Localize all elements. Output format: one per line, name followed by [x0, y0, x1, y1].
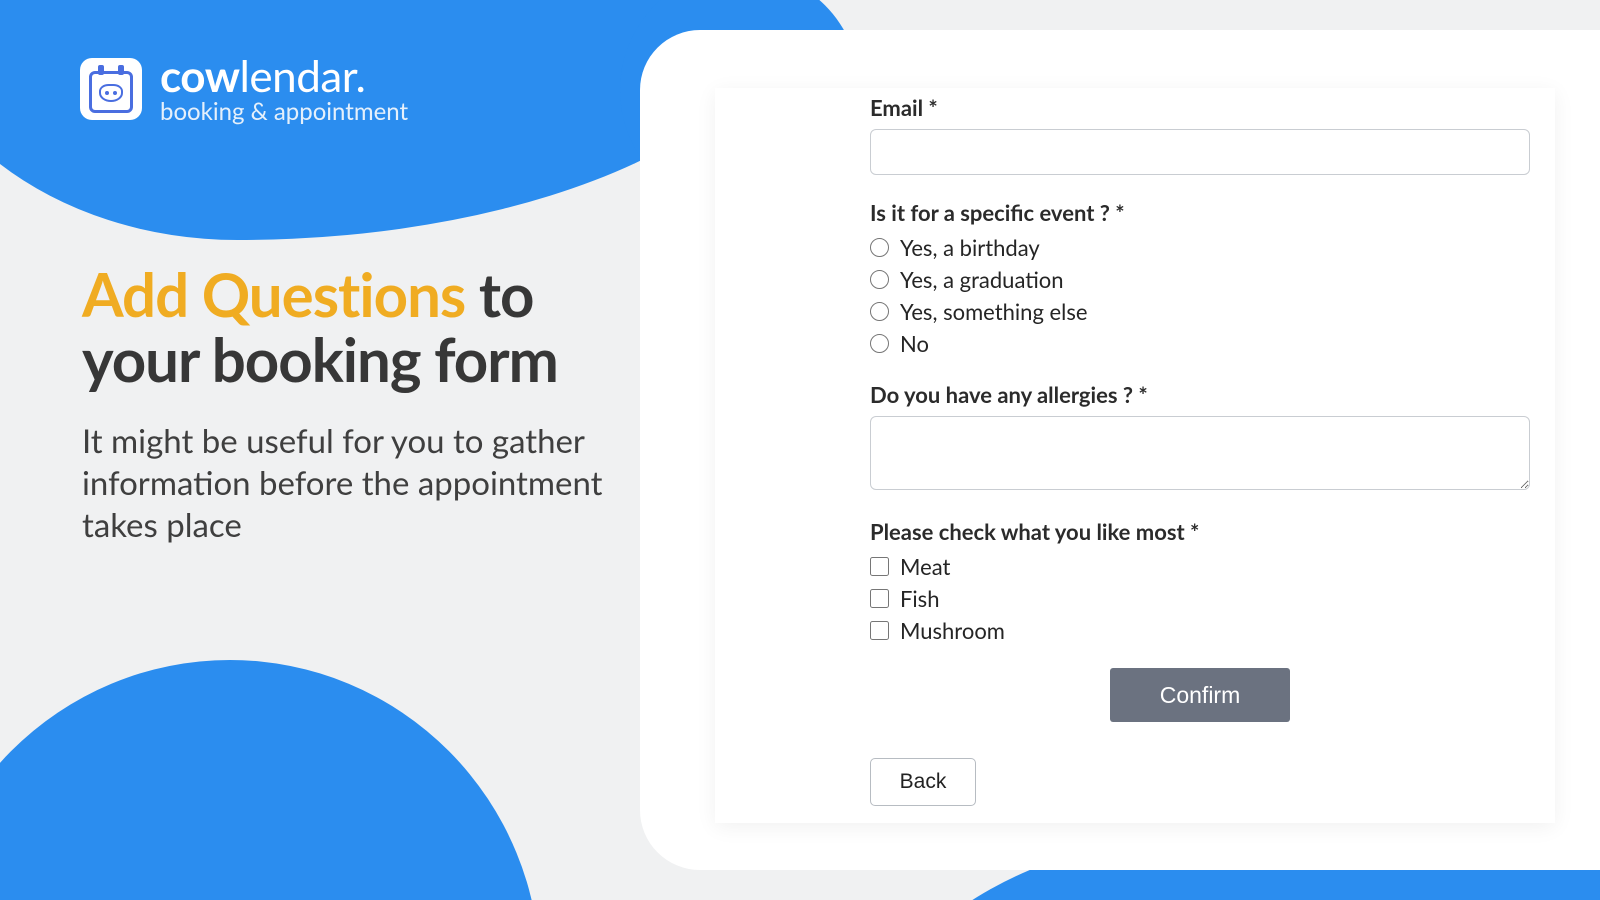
radio-something-else-label: Yes, something else — [900, 298, 1087, 325]
email-label: Email * — [870, 94, 1405, 121]
hero-headline-accent: Add Questions — [82, 258, 465, 330]
checkbox-fish-label: Fish — [900, 585, 939, 612]
decorative-blob-bottom-left — [0, 660, 540, 900]
likes-question-group: Please check what you like most * Meat F… — [870, 518, 1405, 644]
confirm-button[interactable]: Confirm — [1110, 668, 1290, 722]
email-field-group: Email * — [870, 94, 1405, 175]
booking-form: Email * Is it for a specific event ? * Y… — [715, 88, 1555, 823]
radio-something-else[interactable] — [870, 302, 889, 321]
allergy-question-group: Do you have any allergies ? * — [870, 381, 1405, 494]
calendar-cow-icon — [80, 58, 142, 120]
event-option-birthday[interactable]: Yes, a birthday — [870, 234, 1405, 261]
likes-option-fish[interactable]: Fish — [870, 585, 1405, 612]
radio-graduation[interactable] — [870, 270, 889, 289]
allergy-question-label: Do you have any allergies ? * — [870, 381, 1405, 408]
brand-tagline: booking & appointment — [160, 100, 408, 124]
likes-option-mushroom[interactable]: Mushroom — [870, 617, 1405, 644]
checkbox-meat[interactable] — [870, 557, 889, 576]
radio-birthday[interactable] — [870, 238, 889, 257]
likes-question-label: Please check what you like most * — [870, 518, 1405, 545]
hero-copy: Add Questions to your booking form It mi… — [82, 262, 622, 546]
brand-logo: cowlendar. booking & appointment — [80, 54, 408, 124]
event-option-graduation[interactable]: Yes, a graduation — [870, 266, 1405, 293]
radio-no-label: No — [900, 330, 929, 357]
brand-name-prefix: cow — [160, 50, 240, 102]
brand-name-suffix: lendar. — [240, 50, 366, 102]
checkbox-meat-label: Meat — [900, 553, 950, 580]
checkbox-fish[interactable] — [870, 589, 889, 608]
event-question-label: Is it for a specific event ? * — [870, 199, 1405, 226]
hero-headline: Add Questions to your booking form — [82, 262, 622, 392]
event-question-group: Is it for a specific event ? * Yes, a bi… — [870, 199, 1405, 357]
back-button[interactable]: Back — [870, 758, 976, 806]
checkbox-mushroom[interactable] — [870, 621, 889, 640]
likes-option-meat[interactable]: Meat — [870, 553, 1405, 580]
event-option-no[interactable]: No — [870, 330, 1405, 357]
checkbox-mushroom-label: Mushroom — [900, 617, 1005, 644]
radio-no[interactable] — [870, 334, 889, 353]
brand-name: cowlendar. — [160, 54, 408, 98]
hero-subtext: It might be useful for you to gather inf… — [82, 420, 622, 547]
event-option-something-else[interactable]: Yes, something else — [870, 298, 1405, 325]
radio-birthday-label: Yes, a birthday — [900, 234, 1040, 261]
radio-graduation-label: Yes, a graduation — [900, 266, 1064, 293]
allergy-textarea[interactable] — [870, 416, 1530, 490]
email-input[interactable] — [870, 129, 1530, 175]
